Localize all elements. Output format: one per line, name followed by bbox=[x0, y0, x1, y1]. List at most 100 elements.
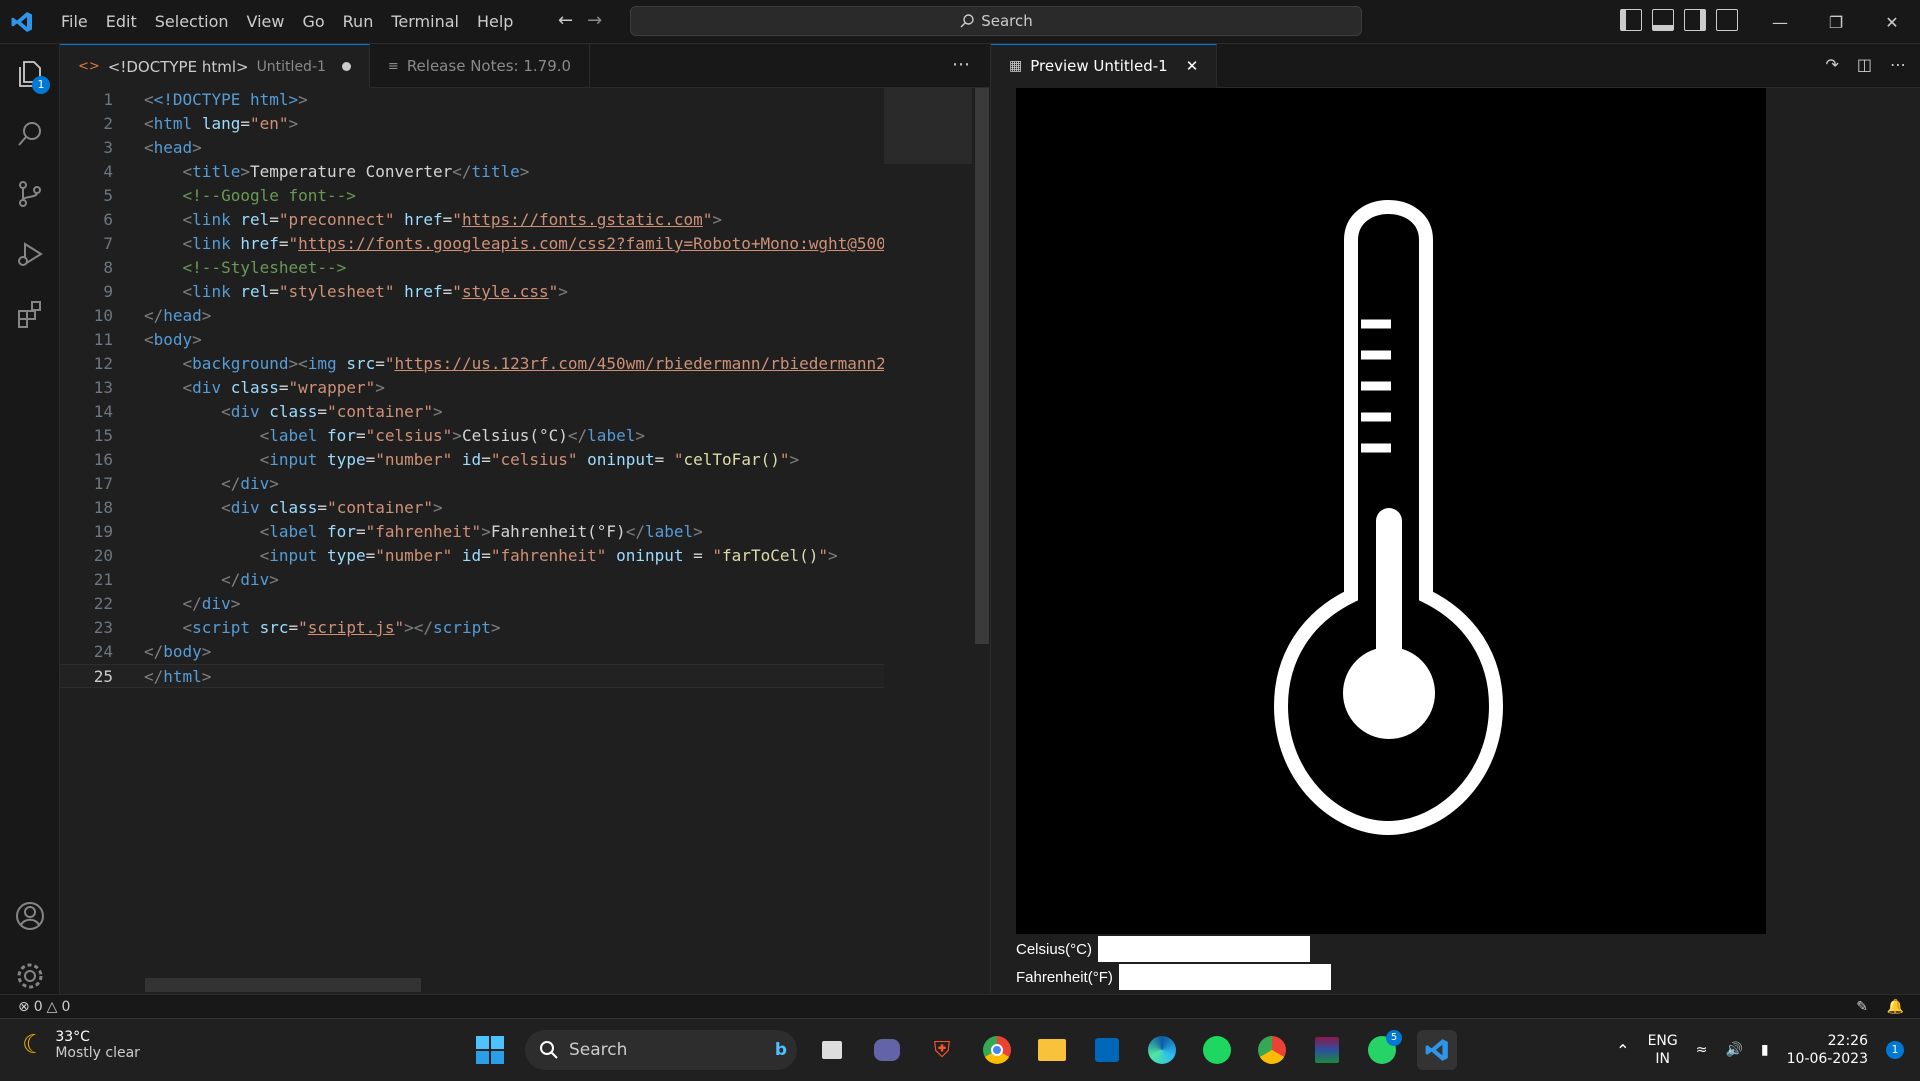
chevron-up-icon[interactable]: ⌃ bbox=[1616, 1041, 1629, 1060]
open-source-icon[interactable]: ↷ bbox=[1825, 55, 1838, 74]
close-window-icon[interactable]: ✕ bbox=[1864, 0, 1920, 44]
code-line: <link rel="preconnect" href="https://fon… bbox=[182, 210, 723, 229]
activity-bar: 1 bbox=[0, 44, 60, 1018]
language-indicator[interactable]: ENG IN bbox=[1648, 1032, 1678, 1068]
error-icon: ⊗ bbox=[18, 998, 30, 1015]
menu-edit[interactable]: Edit bbox=[97, 0, 146, 44]
code-line: <label for="celsius">Celsius(°C)</label> bbox=[259, 426, 645, 445]
tab-release-notes[interactable]: ≡ Release Notes: 1.79.0 bbox=[370, 44, 591, 88]
minimize-icon[interactable]: — bbox=[1752, 0, 1808, 44]
tab-preview[interactable]: ▦ Preview Untitled-1 ✕ bbox=[991, 43, 1218, 88]
battery-icon[interactable]: ▮ bbox=[1761, 1042, 1769, 1058]
clock-time: 22:26 bbox=[1827, 1033, 1868, 1049]
winrar-icon[interactable] bbox=[1307, 1030, 1347, 1070]
code-line: <input type="number" id="fahrenheit" oni… bbox=[259, 546, 838, 565]
volume-icon[interactable]: 🔊 bbox=[1725, 1042, 1742, 1058]
accounts-icon[interactable] bbox=[0, 886, 60, 946]
problems-indicator[interactable]: ⊗ 0 △ 0 bbox=[18, 999, 70, 1015]
taskbar-search[interactable]: Search b bbox=[525, 1030, 797, 1070]
menu-go[interactable]: Go bbox=[293, 0, 333, 44]
fahrenheit-input[interactable] bbox=[1118, 964, 1331, 990]
line-number: 25 bbox=[93, 667, 113, 686]
code-line: <div class="container"> bbox=[221, 402, 443, 421]
bing-icon[interactable]: b bbox=[775, 1040, 787, 1060]
line-number: 24 bbox=[93, 642, 113, 661]
menu-view[interactable]: View bbox=[238, 0, 294, 44]
tab-release-notes-label: Release Notes: 1.79.0 bbox=[406, 57, 572, 75]
vscode-logo-icon bbox=[0, 0, 44, 44]
toggle-primary-sidebar-icon[interactable] bbox=[1620, 9, 1642, 31]
code-line: </body> bbox=[144, 642, 212, 661]
explorer-icon[interactable]: 1 bbox=[0, 44, 60, 104]
extensions-icon[interactable] bbox=[0, 284, 60, 344]
menu-selection[interactable]: Selection bbox=[146, 0, 238, 44]
celsius-input[interactable] bbox=[1098, 936, 1311, 962]
code-line: <label for="fahrenheit">Fahrenheit(°F)</… bbox=[259, 522, 703, 541]
celsius-label: Celsius(°C) bbox=[1016, 940, 1093, 958]
code-line: <<!DOCTYPE html>> bbox=[144, 90, 308, 109]
vertical-scrollbar[interactable] bbox=[975, 88, 989, 644]
code-line: <script src="script.js"></script> bbox=[182, 618, 501, 637]
line-number: 16 bbox=[93, 450, 113, 469]
chrome-icon[interactable] bbox=[977, 1030, 1017, 1070]
command-center-search[interactable]: Search bbox=[630, 6, 1362, 36]
line-number: 13 bbox=[93, 378, 113, 397]
menu-help[interactable]: Help bbox=[468, 0, 522, 44]
chrome-profile-icon[interactable] bbox=[1252, 1030, 1292, 1070]
edge-icon[interactable] bbox=[1142, 1030, 1182, 1070]
fahrenheit-row: Fahrenheit(°F) bbox=[1016, 964, 1331, 990]
thermometer-image bbox=[1016, 88, 1766, 934]
notification-badge[interactable]: 1 bbox=[1886, 1041, 1904, 1059]
notifications-bell-icon[interactable]: 🔔 bbox=[1887, 999, 1904, 1015]
whatsapp-icon[interactable]: 5 bbox=[1362, 1030, 1402, 1070]
back-arrow-icon[interactable]: ← bbox=[558, 10, 573, 31]
close-tab-icon[interactable]: ✕ bbox=[1186, 57, 1199, 75]
file-explorer-icon[interactable] bbox=[1032, 1030, 1072, 1070]
editor-group: <> <!DOCTYPE html> Untitled-1 ≡ Release … bbox=[60, 44, 990, 994]
source-control-icon[interactable] bbox=[0, 164, 60, 224]
vscode-taskbar-icon[interactable] bbox=[1417, 1030, 1457, 1070]
editor-tabs: <> <!DOCTYPE html> Untitled-1 ≡ Release … bbox=[60, 44, 990, 88]
restore-icon[interactable]: ❐ bbox=[1808, 0, 1864, 44]
task-view-icon[interactable] bbox=[812, 1030, 852, 1070]
menu-run[interactable]: Run bbox=[334, 0, 383, 44]
code-line: <input type="number" id="celsius" oninpu… bbox=[259, 450, 800, 469]
spotify-icon[interactable] bbox=[1197, 1030, 1237, 1070]
weather-widget[interactable]: ☾ 33°C Mostly clear bbox=[22, 1029, 140, 1061]
line-number: 22 bbox=[93, 594, 113, 613]
more-actions-icon[interactable]: ⋯ bbox=[952, 54, 970, 75]
run-debug-icon[interactable] bbox=[0, 224, 60, 284]
horizontal-scrollbar[interactable] bbox=[145, 978, 421, 992]
menu-file[interactable]: File bbox=[52, 0, 97, 44]
toggle-secondary-sidebar-icon[interactable] bbox=[1684, 9, 1706, 31]
toggle-panel-icon[interactable] bbox=[1652, 9, 1674, 31]
brave-browser-icon[interactable]: ⛨ bbox=[922, 1030, 962, 1070]
tab-untitled-1[interactable]: <> <!DOCTYPE html> Untitled-1 bbox=[60, 44, 370, 88]
teams-chat-icon[interactable] bbox=[867, 1030, 907, 1070]
split-editor-icon[interactable]: ◫ bbox=[1857, 55, 1872, 74]
status-bar: ⊗ 0 △ 0 ✎ 🔔 bbox=[0, 994, 1920, 1018]
warning-count: 0 bbox=[61, 998, 71, 1015]
feedback-icon[interactable]: ✎ bbox=[1856, 999, 1868, 1015]
forward-arrow-icon[interactable]: → bbox=[587, 10, 602, 31]
search-view-icon[interactable] bbox=[0, 104, 60, 164]
line-number: 12 bbox=[93, 354, 113, 373]
line-number: 15 bbox=[93, 426, 113, 445]
clock[interactable]: 22:26 10-06-2023 bbox=[1787, 1032, 1868, 1068]
customize-layout-icon[interactable] bbox=[1716, 9, 1738, 31]
minimap[interactable] bbox=[884, 88, 972, 164]
line-number: 20 bbox=[93, 546, 113, 565]
microsoft-store-icon[interactable] bbox=[1087, 1030, 1127, 1070]
line-number: 7 bbox=[103, 234, 113, 253]
wifi-icon[interactable]: ≈ bbox=[1696, 1042, 1708, 1058]
preview-tabs: ▦ Preview Untitled-1 ✕ ↷ ◫ ⋯ bbox=[991, 43, 1920, 88]
menu-terminal[interactable]: Terminal bbox=[382, 0, 468, 44]
line-number: 21 bbox=[93, 570, 113, 589]
windows-start-icon[interactable] bbox=[470, 1030, 510, 1070]
code-line: <body> bbox=[144, 330, 202, 349]
tab-untitled-label: <!DOCTYPE html> bbox=[107, 57, 249, 76]
code-editor[interactable]: 1 <<!DOCTYPE html>> 2 <html lang="en"> 3 <h… bbox=[60, 88, 884, 994]
fahrenheit-label: Fahrenheit(°F) bbox=[1016, 968, 1113, 986]
more-actions-icon[interactable]: ⋯ bbox=[1890, 55, 1906, 74]
unsaved-dot-icon[interactable] bbox=[341, 62, 351, 71]
